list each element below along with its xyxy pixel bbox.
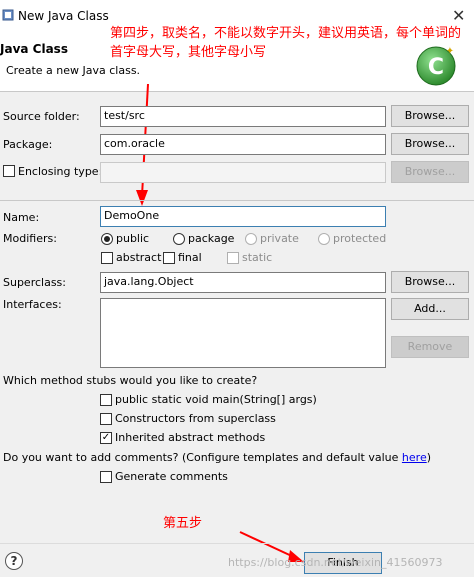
name-field[interactable]: DemoOne <box>100 206 386 227</box>
interfaces-label: Interfaces: <box>3 298 62 311</box>
modifier-private-label: private <box>260 232 299 245</box>
generate-comments-label: Generate comments <box>115 470 228 483</box>
name-label: Name: <box>3 211 40 224</box>
comments-question-text: Do you want to add comments? (Configure … <box>3 451 402 464</box>
package-field[interactable]: com.oracle <box>100 134 386 155</box>
package-browse-button[interactable]: Browse... <box>391 133 469 155</box>
modifier-final-label: final <box>178 251 202 264</box>
source-folder-browse-button[interactable]: Browse... <box>391 105 469 127</box>
superclass-browse-button[interactable]: Browse... <box>391 271 469 293</box>
comments-close-paren: ) <box>426 451 432 464</box>
modifier-final-checkbox[interactable] <box>163 252 175 264</box>
annotation-step-5: 第五步 <box>163 516 203 531</box>
modifier-public-label: public <box>116 232 150 245</box>
modifier-static-label: static <box>242 251 273 264</box>
modifier-public-radio[interactable] <box>101 233 113 245</box>
stub-inherited-label: Inherited abstract methods <box>115 431 266 444</box>
modifiers-label: Modifiers: <box>3 232 57 245</box>
modifier-abstract-checkbox[interactable] <box>101 252 113 264</box>
source-folder-field[interactable]: test/src <box>100 106 386 127</box>
footer-separator <box>0 543 474 544</box>
interfaces-list[interactable] <box>100 298 386 368</box>
configure-templates-link[interactable]: here <box>402 451 427 464</box>
enclosing-type-label: Enclosing type: <box>18 165 103 178</box>
enclosing-type-checkbox[interactable] <box>3 165 15 177</box>
modifier-protected-label: protected <box>333 232 387 245</box>
stub-constructors-label: Constructors from superclass <box>115 412 276 425</box>
method-stubs-question: Which method stubs would you like to cre… <box>3 374 258 387</box>
modifier-static-checkbox <box>227 252 239 264</box>
interfaces-remove-button: Remove <box>391 336 469 358</box>
watermark: https://blog.csdn.net/weixin_41560973 <box>228 556 443 569</box>
help-icon[interactable]: ? <box>5 552 23 570</box>
source-folder-label: Source folder: <box>3 110 80 123</box>
enclosing-type-field <box>100 162 386 183</box>
modifier-abstract-label: abstract <box>116 251 162 264</box>
superclass-field[interactable]: java.lang.Object <box>100 272 386 293</box>
modifier-private-radio <box>245 233 257 245</box>
stub-main-checkbox[interactable] <box>100 394 112 406</box>
modifier-package-label: package <box>188 232 235 245</box>
package-label: Package: <box>3 138 53 151</box>
stub-main-label: public static void main(String[] args) <box>115 393 317 406</box>
modifier-package-radio[interactable] <box>173 233 185 245</box>
stub-inherited-checkbox[interactable]: ✓ <box>100 432 112 444</box>
separator <box>0 200 474 201</box>
modifier-protected-radio <box>318 233 330 245</box>
superclass-label: Superclass: <box>3 276 66 289</box>
interfaces-add-button[interactable]: Add... <box>391 298 469 320</box>
generate-comments-checkbox[interactable] <box>100 471 112 483</box>
stub-constructors-checkbox[interactable] <box>100 413 112 425</box>
enclosing-type-browse-button: Browse... <box>391 161 469 183</box>
comments-question: Do you want to add comments? (Configure … <box>3 451 431 464</box>
